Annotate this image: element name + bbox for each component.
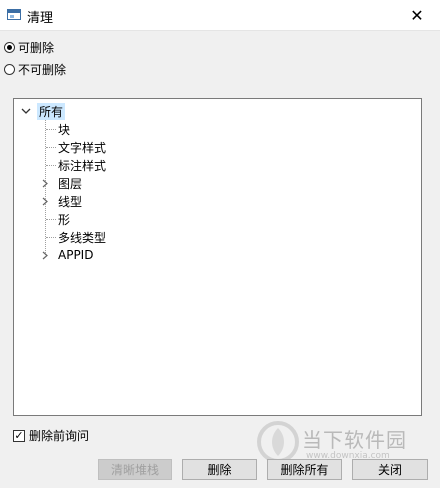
tree-connector <box>46 129 56 130</box>
checkbox-label: 删除前询问 <box>29 429 90 443</box>
watermark-logo-icon <box>256 420 300 464</box>
tree-item[interactable]: 图层 <box>58 174 82 192</box>
tree-item[interactable]: 标注样式 <box>58 156 106 174</box>
tree-root-label: 所有 <box>37 102 66 120</box>
watermark-brand: 当下软件园 <box>302 428 407 452</box>
tree-item[interactable]: 文字样式 <box>58 138 106 156</box>
chevron-down-icon[interactable] <box>21 102 31 120</box>
radio-button[interactable] <box>4 41 15 53</box>
tree-item[interactable]: 块 <box>58 120 70 138</box>
tree-item-label: 图层 <box>58 176 83 191</box>
radio-deletable[interactable]: 可删除 <box>4 39 54 55</box>
tree-item[interactable]: 线型 <box>58 192 82 210</box>
tree-item[interactable]: 多线类型 <box>58 228 106 246</box>
tree-item[interactable]: APPID <box>58 246 93 264</box>
tree-connector <box>46 165 56 166</box>
delete-all-button[interactable]: 删除所有 <box>267 459 342 480</box>
radio-label: 不可删除 <box>18 62 67 77</box>
tree-connector <box>46 147 56 148</box>
tree-root[interactable]: 所有 <box>37 102 66 120</box>
tree-connector <box>46 219 56 220</box>
tree-item-label: 多线类型 <box>58 230 107 245</box>
close-button[interactable]: 关闭 <box>352 459 428 480</box>
radio-label: 可删除 <box>18 40 55 55</box>
delete-button[interactable]: 删除 <box>182 459 257 480</box>
tree-item-label: 线型 <box>58 194 83 209</box>
tree-item-label: 标注样式 <box>58 158 107 173</box>
window-title: 清理 <box>27 11 54 26</box>
purge-stack-button[interactable]: 清晰堆栈 <box>98 459 172 480</box>
purge-tree[interactable]: 所有 块 文字样式 标注样式 图层 线型 形 多线类型 APPID <box>13 98 422 416</box>
chevron-right-icon[interactable] <box>40 246 50 264</box>
radio-nondeletable[interactable]: 不可删除 <box>4 61 66 77</box>
chevron-right-icon[interactable] <box>40 174 50 192</box>
chevron-right-icon[interactable] <box>40 192 50 210</box>
tree-item-label: 块 <box>58 122 71 137</box>
tree-item-label: 形 <box>58 212 71 227</box>
radio-button[interactable] <box>4 63 15 75</box>
checkbox[interactable]: ✓ <box>13 429 25 442</box>
title-bar: 清理 ✕ <box>0 0 440 31</box>
tree-item-label: 文字样式 <box>58 140 107 155</box>
tree-connector <box>46 237 56 238</box>
tree-item-label: APPID <box>58 248 94 262</box>
confirm-before-delete[interactable]: ✓ 删除前询问 <box>13 427 89 444</box>
tree-item[interactable]: 形 <box>58 210 70 228</box>
window-icon <box>7 9 21 20</box>
close-icon[interactable]: ✕ <box>394 0 440 30</box>
